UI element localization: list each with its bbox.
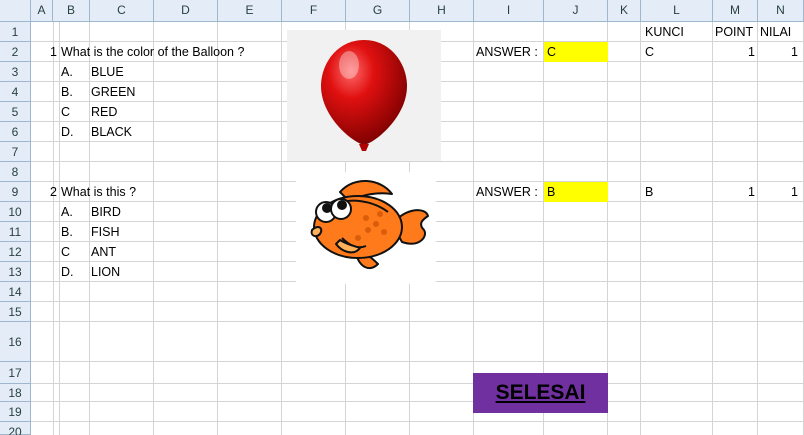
nilai-value[interactable]: 1 — [758, 43, 798, 61]
column-header-i[interactable]: I — [474, 0, 544, 22]
point-header[interactable]: POINT — [715, 23, 753, 41]
gridline — [31, 383, 804, 384]
answer-input-2[interactable]: B — [544, 182, 608, 202]
answer-value: C — [547, 45, 557, 59]
point-value[interactable]: 1 — [713, 43, 755, 61]
row-header-20[interactable]: 20 — [0, 422, 31, 435]
question-text[interactable]: What is this ? — [61, 183, 136, 201]
row-header-5[interactable]: 5 — [0, 102, 31, 122]
column-header-n[interactable]: N — [758, 0, 804, 22]
row-header-18[interactable]: 18 — [0, 384, 31, 402]
column-header-a[interactable]: A — [31, 0, 53, 22]
option-letter[interactable]: B. — [61, 83, 73, 101]
column-header-c[interactable]: C — [90, 0, 154, 22]
option-text[interactable]: BLUE — [91, 63, 124, 81]
row-header-16[interactable]: 16 — [0, 322, 31, 362]
column-header-k[interactable]: K — [608, 0, 641, 22]
option-text[interactable]: BLACK — [91, 123, 132, 141]
option-text[interactable]: LION — [91, 263, 120, 281]
kunci-value[interactable]: B — [645, 183, 653, 201]
gridline — [31, 361, 804, 362]
row-header-13[interactable]: 13 — [0, 262, 31, 282]
option-text[interactable]: RED — [91, 103, 117, 121]
gridline — [281, 22, 282, 435]
option-letter[interactable]: A. — [61, 63, 73, 81]
gridline — [153, 22, 154, 435]
row-header-3[interactable]: 3 — [0, 62, 31, 82]
gridline — [59, 22, 60, 435]
nilai-value[interactable]: 1 — [758, 183, 798, 201]
column-header-m[interactable]: M — [713, 0, 758, 22]
option-text[interactable]: BIRD — [91, 203, 121, 221]
column-header-g[interactable]: G — [346, 0, 410, 22]
row-header-6[interactable]: 6 — [0, 122, 31, 142]
column-header-l[interactable]: L — [641, 0, 713, 22]
row-header-2[interactable]: 2 — [0, 42, 31, 62]
column-header-b[interactable]: B — [53, 0, 90, 22]
spreadsheet: A B C D E F G H I J K L M N 1 2 3 4 5 6 … — [0, 0, 804, 435]
gridline — [640, 22, 641, 435]
answer-label: ANSWER : — [476, 185, 538, 199]
selesai-button[interactable]: SELESAI — [473, 373, 608, 413]
row-header-14[interactable]: 14 — [0, 282, 31, 302]
gridline — [31, 161, 804, 162]
row-header-11[interactable]: 11 — [0, 222, 31, 242]
question-number[interactable]: 1 — [31, 43, 57, 61]
option-letter[interactable]: D. — [61, 263, 74, 281]
column-header-j[interactable]: J — [544, 0, 608, 22]
option-text[interactable]: FISH — [91, 223, 119, 241]
row-header-7[interactable]: 7 — [0, 142, 31, 162]
nilai-header[interactable]: NILAI — [760, 23, 791, 41]
gridline — [217, 22, 218, 435]
row-header-19[interactable]: 19 — [0, 402, 31, 422]
answer-input-1[interactable]: C — [544, 42, 608, 62]
question-number[interactable]: 2 — [31, 183, 57, 201]
gridline — [757, 22, 758, 435]
option-text[interactable]: ANT — [91, 243, 116, 261]
gridline — [31, 401, 804, 402]
select-all-corner[interactable] — [0, 0, 31, 22]
column-header-f[interactable]: F — [282, 0, 346, 22]
question-text[interactable]: What is the color of the Balloon ? — [61, 43, 244, 61]
option-letter[interactable]: C — [61, 103, 70, 121]
row-header-9[interactable]: 9 — [0, 182, 31, 202]
gridline — [53, 22, 54, 435]
kunci-header[interactable]: KUNCI — [645, 23, 684, 41]
kunci-value[interactable]: C — [645, 43, 654, 61]
answer-value: B — [547, 185, 556, 199]
column-header-h[interactable]: H — [410, 0, 474, 22]
option-text[interactable]: GREEN — [91, 83, 135, 101]
row-header-15[interactable]: 15 — [0, 302, 31, 322]
option-letter[interactable]: D. — [61, 123, 74, 141]
fish-image[interactable] — [296, 172, 436, 284]
point-value[interactable]: 1 — [713, 183, 755, 201]
row-header-17[interactable]: 17 — [0, 362, 31, 384]
row-header-8[interactable]: 8 — [0, 162, 31, 182]
option-letter[interactable]: A. — [61, 203, 73, 221]
balloon-image[interactable] — [287, 30, 441, 161]
gridline — [89, 22, 90, 435]
row-header-1[interactable]: 1 — [0, 22, 31, 42]
answer-label: ANSWER : — [476, 45, 538, 59]
row-header-4[interactable]: 4 — [0, 82, 31, 102]
gridline — [31, 321, 804, 322]
row-header-10[interactable]: 10 — [0, 202, 31, 222]
column-header-d[interactable]: D — [154, 0, 218, 22]
column-header-e[interactable]: E — [218, 0, 282, 22]
gridline — [712, 22, 713, 435]
row-header-12[interactable]: 12 — [0, 242, 31, 262]
cartoon-goldfish-icon — [310, 179, 429, 270]
gridline — [31, 421, 804, 422]
gridline — [31, 301, 804, 302]
red-balloon-icon — [321, 40, 407, 151]
option-letter[interactable]: B. — [61, 223, 73, 241]
option-letter[interactable]: C — [61, 243, 70, 261]
